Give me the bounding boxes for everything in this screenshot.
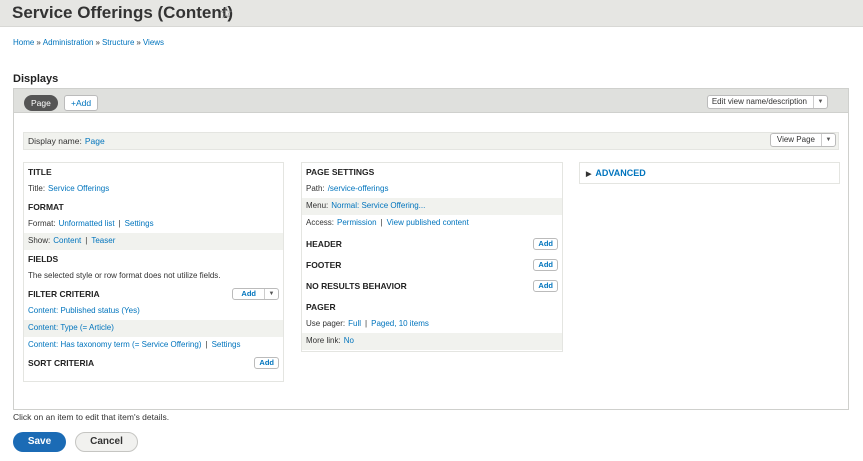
breadcrumb-administration[interactable]: Administration <box>43 38 94 47</box>
column-second: PAGE SETTINGS Path:/service-offerings Me… <box>301 162 563 352</box>
filter-item-link[interactable]: Content: Type (= Article) <box>28 323 114 332</box>
header-section-heading: HEADER Add <box>302 235 562 253</box>
view-page-button[interactable]: View Page ▼ <box>769 133 836 147</box>
format-row: Format: Unformatted list | Settings <box>28 219 154 228</box>
edit-view-name-label: Edit view name/description <box>711 97 807 106</box>
filter-item-link[interactable]: Content: Has taxonomy term (= Service Of… <box>28 340 201 349</box>
no-results-label: NO RESULTS BEHAVIOR <box>306 281 407 291</box>
advanced-toggle[interactable]: ▶ ADVANCED <box>580 163 839 183</box>
header-section-label: HEADER <box>306 239 342 249</box>
menu-row: Menu: Normal: Service Offering... <box>302 198 562 215</box>
displays-heading: Displays <box>13 73 59 85</box>
use-pager-row: Use pager: Full | Paged, 10 items <box>306 319 429 328</box>
access-settings-link[interactable]: View published content <box>387 218 469 227</box>
menu-value-link[interactable]: Normal: Service Offering... <box>331 201 425 210</box>
format-section-heading: FORMAT <box>28 202 64 212</box>
footer-section-label: FOOTER <box>306 260 342 270</box>
breadcrumb-home[interactable]: Home <box>13 38 34 47</box>
breadcrumb-structure[interactable]: Structure <box>102 38 134 47</box>
display-name-label: Display name: <box>28 136 82 146</box>
title-row: Title: Service Offerings <box>24 181 283 198</box>
format-value-link[interactable]: Unformatted list <box>59 219 115 228</box>
title-value-link[interactable]: Service Offerings <box>48 184 109 193</box>
display-name-bar: Display name: Page View Page ▼ <box>23 132 839 150</box>
footer-add-button[interactable]: Add <box>533 259 558 271</box>
filter-item-link[interactable]: Content: Published status (Yes) <box>28 306 140 315</box>
display-tabs-bar: Page +Add Edit view name/description ▼ <box>13 88 849 113</box>
filter-item: Content: Published status (Yes) <box>24 303 283 320</box>
breadcrumb-views[interactable]: Views <box>143 38 164 47</box>
triangle-right-icon: ▶ <box>586 171 592 178</box>
column-third: ▶ ADVANCED <box>579 162 840 184</box>
sort-add-button[interactable]: Add <box>254 357 279 369</box>
display-name-link[interactable]: Page <box>85 136 105 146</box>
edit-view-name-button[interactable]: Edit view name/description ▼ <box>706 95 828 109</box>
filter-item-settings-link[interactable]: Settings <box>212 340 241 349</box>
access-value-link[interactable]: Permission <box>337 218 377 227</box>
display-details: Display name: Page View Page ▼ TITLE Titl… <box>13 113 849 410</box>
show-teaser-link[interactable]: Teaser <box>91 236 115 245</box>
filter-criteria-label: FILTER CRITERIA <box>28 289 100 299</box>
view-page-label: View Page <box>776 135 815 144</box>
no-results-add-button[interactable]: Add <box>533 280 558 292</box>
page-title: Service Offerings (Content) <box>12 3 234 22</box>
chevron-down-icon[interactable]: ▼ <box>813 96 827 108</box>
access-row: Access: Permission | View published content <box>306 218 469 227</box>
breadcrumb: Home» Administration» Structure» Views <box>13 38 164 47</box>
cancel-button[interactable]: Cancel <box>75 432 138 452</box>
breadcrumb-separator: » <box>95 38 100 47</box>
menu-label: Menu: <box>306 201 329 210</box>
star-icon[interactable]: ☆ <box>219 3 233 23</box>
show-label: Show: <box>28 236 51 245</box>
more-link-row: More link: No <box>302 333 562 350</box>
title-label: Title: <box>28 184 46 193</box>
format-settings-link[interactable]: Settings <box>125 219 154 228</box>
advanced-label: ADVANCED <box>595 168 646 178</box>
fields-note: The selected style or row format does no… <box>28 271 221 280</box>
no-results-heading: NO RESULTS BEHAVIOR Add <box>302 277 562 295</box>
format-label: Format: <box>28 219 56 228</box>
chevron-down-icon[interactable]: ▼ <box>821 134 835 146</box>
column-first: TITLE Title: Service Offerings FORMAT For… <box>23 162 284 382</box>
use-pager-value-link[interactable]: Full <box>348 319 361 328</box>
save-button[interactable]: Save <box>13 432 66 452</box>
help-text: Click on an item to edit that item's det… <box>13 412 170 422</box>
chevron-down-icon[interactable]: ▼ <box>264 289 278 299</box>
filter-item: Content: Type (= Article) <box>24 320 283 337</box>
path-value-link[interactable]: /service-offerings <box>328 184 389 193</box>
page-header: Service Offerings (Content) ☆ <box>0 0 863 27</box>
footer-section-heading: FOOTER Add <box>302 256 562 274</box>
filter-add-button[interactable]: Add ▼ <box>232 288 279 300</box>
header-add-button[interactable]: Add <box>533 238 558 250</box>
fields-section-heading: FIELDS <box>28 254 59 264</box>
filter-add-label: Add <box>241 289 256 298</box>
add-display-button[interactable]: +Add <box>64 95 99 111</box>
path-label: Path: <box>306 184 325 193</box>
title-section-heading: TITLE <box>28 167 52 177</box>
sort-criteria-label: SORT CRITERIA <box>28 358 95 368</box>
filter-criteria-heading: FILTER CRITERIA Add ▼ <box>24 285 283 303</box>
breadcrumb-separator: » <box>136 38 141 47</box>
use-pager-items-link[interactable]: Paged, 10 items <box>371 319 429 328</box>
page-settings-heading: PAGE SETTINGS <box>306 167 375 177</box>
more-link-label: More link: <box>306 336 341 345</box>
display-name: Display name: Page <box>28 136 105 146</box>
breadcrumb-separator: » <box>36 38 41 47</box>
path-row: Path:/service-offerings <box>302 181 562 198</box>
sort-criteria-heading: SORT CRITERIA Add <box>24 354 283 372</box>
show-value-link[interactable]: Content <box>53 236 81 245</box>
access-label: Access: <box>306 218 335 227</box>
show-row: Show: Content | Teaser <box>24 233 283 250</box>
use-pager-label: Use pager: <box>306 319 346 328</box>
pager-section-heading: PAGER <box>306 302 336 312</box>
more-link-value-link[interactable]: No <box>344 336 354 345</box>
tab-page[interactable]: Page <box>24 95 58 111</box>
filter-item: Content: Has taxonomy term (= Service Of… <box>28 340 241 349</box>
